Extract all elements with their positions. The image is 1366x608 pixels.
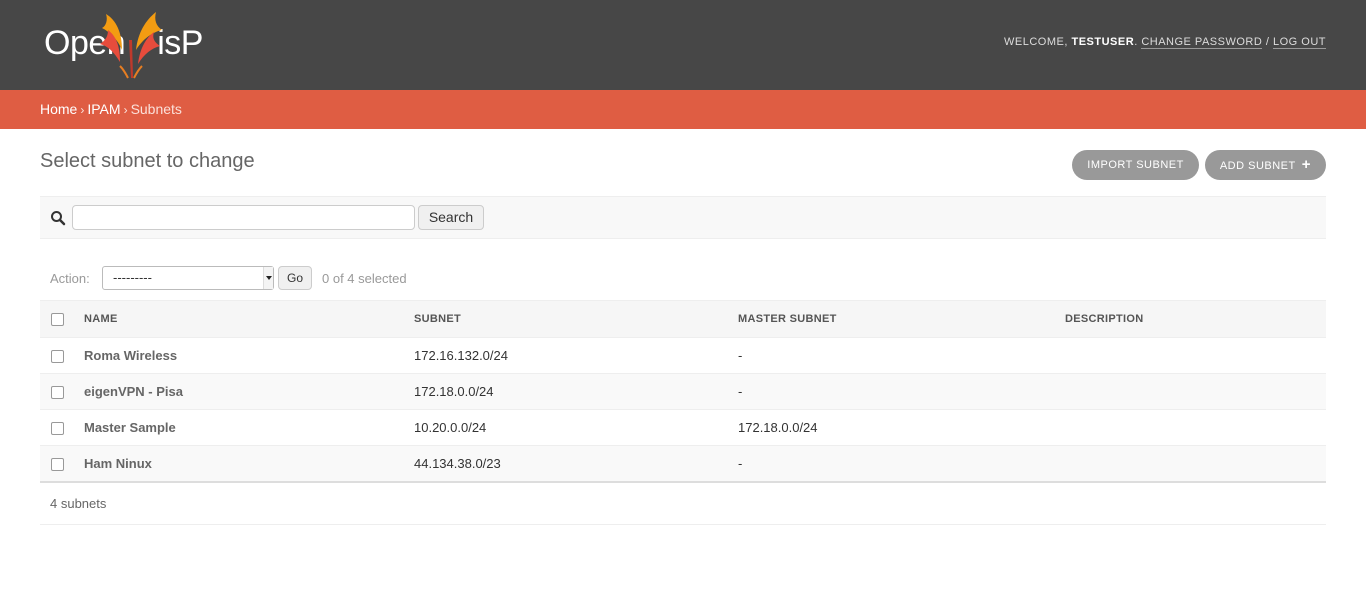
actions-bar: Action: --------- Go 0 of 4 selected <box>40 265 1326 293</box>
add-subnet-button[interactable]: Add subnet + <box>1204 150 1326 180</box>
subnet-cell: 10.20.0.0/24 <box>414 420 487 435</box>
action-select-value: --------- <box>113 270 152 285</box>
import-subnet-button[interactable]: Import subnet <box>1072 150 1199 180</box>
username: testuser <box>1071 36 1135 48</box>
subnet-name-link[interactable]: Master Sample <box>84 410 414 446</box>
openwisp-logo[interactable]: Open isP <box>44 10 203 80</box>
paginator: 4 subnets <box>40 482 1326 525</box>
chevron-down-icon <box>263 267 273 289</box>
row-checkbox[interactable] <box>51 457 64 471</box>
import-subnet-label: Import subnet <box>1087 159 1184 171</box>
table-row: Master Sample 10.20.0.0/24 172.18.0.0/24 <box>40 409 1326 446</box>
row-checkbox[interactable] <box>51 386 64 400</box>
description-cell <box>1065 338 1326 374</box>
description-cell <box>1065 374 1326 410</box>
breadcrumb-separator: › <box>80 103 85 117</box>
search-toolbar: Search <box>40 196 1326 239</box>
search-icon <box>50 210 66 226</box>
search-button[interactable]: Search <box>418 205 484 230</box>
column-header-subnet[interactable]: Subnet <box>414 301 738 338</box>
table-header-row: Name Subnet Master subnet Description <box>40 300 1326 338</box>
action-label: Action: <box>50 271 90 286</box>
go-button[interactable]: Go <box>278 266 312 290</box>
add-subnet-label: Add subnet <box>1219 160 1296 172</box>
row-checkbox[interactable] <box>51 422 64 436</box>
row-checkbox-cell <box>40 410 84 446</box>
row-checkbox[interactable] <box>51 350 64 364</box>
user-tools-separator: / <box>1265 36 1270 48</box>
master-subnet-cell: - <box>738 455 743 471</box>
breadcrumb-ipam[interactable]: IPAM <box>87 101 120 117</box>
results-table: Name Subnet Master subnet Description Ro… <box>40 300 1326 483</box>
row-checkbox-cell <box>40 446 84 482</box>
breadcrumb: Home › IPAM › Subnets <box>0 90 1366 129</box>
plus-icon: + <box>1301 156 1311 173</box>
row-checkbox-cell <box>40 374 84 410</box>
breadcrumb-separator: › <box>123 103 128 117</box>
row-checkbox-cell <box>40 338 84 374</box>
change-password-link[interactable]: Change password <box>1141 36 1263 49</box>
breadcrumb-current: Subnets <box>130 101 182 117</box>
subnet-cell: 172.16.132.0/24 <box>414 348 508 363</box>
master-subnet-cell: 172.18.0.0/24 <box>738 420 818 435</box>
subnet-name-link[interactable]: Ham Ninux <box>84 446 414 482</box>
page-title: Select subnet to change <box>40 150 255 172</box>
logout-link[interactable]: Log out <box>1272 36 1326 49</box>
welcome-text: Welcome, <box>1004 36 1068 48</box>
breadcrumb-home[interactable]: Home <box>40 101 77 117</box>
subnet-cell: 172.18.0.0/24 <box>414 384 494 399</box>
butterfly-logo-icon <box>100 12 162 79</box>
column-header-description: Description <box>1065 313 1144 325</box>
search-input[interactable] <box>72 205 415 230</box>
action-select[interactable]: --------- <box>102 266 274 290</box>
table-row: eigenVPN - Pisa 172.18.0.0/24 - <box>40 373 1326 410</box>
column-header-name[interactable]: Name <box>84 301 414 338</box>
master-subnet-cell: - <box>738 384 743 399</box>
table-row: Ham Ninux 44.134.38.0/23 - <box>40 445 1326 482</box>
master-subnet-cell: - <box>738 348 743 363</box>
table-row: Roma Wireless 172.16.132.0/24 - <box>40 337 1326 374</box>
column-header-master-subnet[interactable]: Master subnet <box>738 301 1065 338</box>
selection-counter: 0 of 4 selected <box>322 271 407 286</box>
object-tools: Import subnet Add subnet + <box>1072 150 1326 180</box>
subnet-name-link[interactable]: Roma Wireless <box>84 338 414 374</box>
header: Open isP Welcome, testuser. Change passwo… <box>0 0 1366 90</box>
subnet-cell: 44.134.38.0/23 <box>414 455 501 471</box>
select-all-cell <box>40 301 84 338</box>
user-tools: Welcome, testuser. Change password / Log… <box>1004 36 1326 49</box>
select-all-checkbox[interactable] <box>51 312 64 326</box>
subnet-name-link[interactable]: eigenVPN - Pisa <box>84 374 414 410</box>
description-cell <box>1065 410 1326 446</box>
description-cell <box>1065 446 1326 482</box>
